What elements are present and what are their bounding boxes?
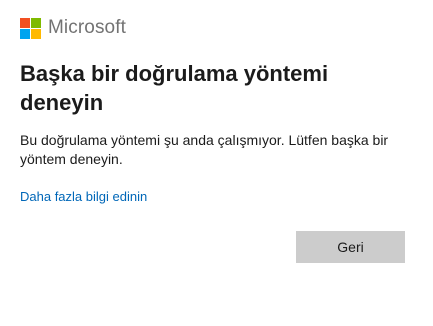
back-button[interactable]: Geri [296,231,405,263]
page-title: Başka bir doğrulama yöntemi deneyin [20,61,329,115]
learn-more-link[interactable]: Daha fazla bilgi edinin [20,188,147,206]
brand-name: Microsoft [48,17,126,38]
logo-red-square [20,17,30,28]
brand-header: Microsoft [20,16,126,40]
description-text: Bu doğrulama yöntemi şu anda çalışmıyor.… [20,132,389,167]
logo-blue-square [20,28,30,39]
microsoft-logo-icon [20,17,41,39]
verification-dialog: Microsoft Başka bir doğrulama yöntemi de… [0,0,433,326]
logo-green-square [31,17,41,28]
logo-yellow-square [31,28,41,39]
